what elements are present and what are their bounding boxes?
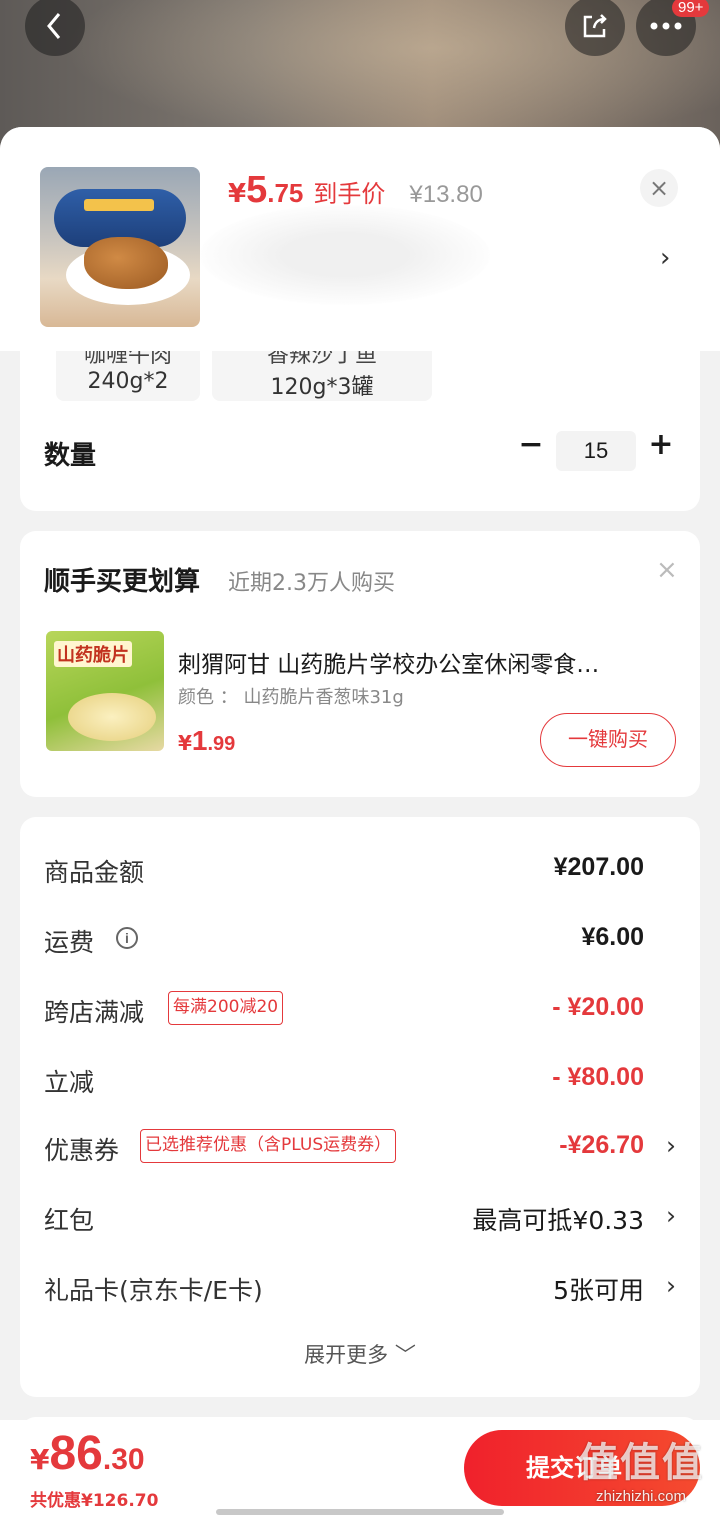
summary-row-instant-discount: 立减 - ¥80.00 (44, 1053, 676, 1103)
sheet-header: ¥ 5 .75 到手价 ¥13.80 × › (0, 127, 720, 351)
addon-product-image[interactable]: 山药脆片 (46, 631, 164, 751)
close-icon: × (648, 174, 670, 202)
addon-price-symbol: ¥ (178, 731, 192, 755)
share-icon (583, 14, 607, 38)
summary-label: 礼品卡(京东卡/E卡) (44, 1276, 263, 1305)
summary-label: 运费 (44, 928, 95, 957)
spec-option-name: 香辣沙丁鱼 (266, 351, 377, 368)
summary-row-goods-amount: 商品金额 ¥207.00 (44, 843, 676, 893)
spec-card: 咖喱牛肉 240g*2 香辣沙丁鱼 120g*3罐 数量 − 15 + (20, 351, 700, 511)
summary-value: ¥6.00 (581, 923, 644, 951)
summary-value: -¥26.70 (559, 1131, 644, 1159)
promo-tag: 每满200减20 (168, 991, 284, 1025)
summary-row-shipping: 运费 i ¥6.00 (44, 913, 676, 963)
addon-product-price: ¥ 1 .99 (178, 725, 235, 757)
watermark-url: zhizhizhi.com (595, 1488, 687, 1505)
quantity-label: 数量 (44, 441, 97, 471)
one-click-buy-button[interactable]: 一键购买 (540, 713, 676, 767)
summary-value: - ¥20.00 (552, 993, 644, 1021)
original-price: ¥13.80 (409, 181, 483, 208)
summary-label: 立减 (44, 1068, 95, 1097)
spec-option-size: 120g*3罐 (270, 375, 374, 400)
addon-close-icon[interactable]: × (656, 555, 678, 585)
chevron-right-icon[interactable]: › (660, 243, 670, 273)
price-integer: 5 (246, 169, 268, 211)
spec-option-size: 240g*2 (87, 369, 169, 394)
summary-row-red-packet[interactable]: 红包 最高可抵¥0.33 › (44, 1191, 676, 1241)
chevron-left-icon (47, 13, 61, 39)
spec-option-spicy-sardine[interactable]: 香辣沙丁鱼 120g*3罐 (212, 351, 432, 401)
addon-product-spec: 颜色 ： 山药脆片香葱味31g (178, 687, 404, 708)
summary-row-coupon[interactable]: 优惠券 已选推荐优惠（含PLUS运费券） -¥26.70 › (44, 1121, 676, 1171)
chevron-right-icon: › (666, 1271, 676, 1300)
addon-price-integer: 1 (191, 725, 208, 756)
summary-label: 优惠券 (44, 1136, 120, 1165)
total-price-integer: 86 (49, 1427, 103, 1480)
product-thumbnail[interactable] (40, 167, 200, 327)
addon-subtitle: 近期2.3万人购买 (228, 571, 395, 596)
close-button[interactable]: × (640, 169, 678, 207)
quantity-decrease-button[interactable]: − (516, 427, 546, 467)
coupon-tag: 已选推荐优惠（含PLUS运费券） (140, 1129, 397, 1163)
addon-product-name[interactable]: 刺猬阿甘 山药脆片学校办公室休闲零食… (178, 645, 668, 679)
final-price-tag: 到手价 (313, 180, 386, 208)
info-icon[interactable]: i (116, 927, 138, 949)
addon-image-label: 山药脆片 (54, 641, 132, 667)
summary-label: 商品金额 (44, 858, 145, 887)
total-price: ¥ 86 .30 (30, 1426, 145, 1481)
expand-more-label: 展开更多 (304, 1343, 389, 1367)
summary-label: 红包 (44, 1206, 95, 1235)
expand-more-button[interactable]: 展开更多 ﹀ (20, 1339, 700, 1369)
blurred-product-title (200, 205, 490, 305)
summary-value: 5张可用 (553, 1276, 644, 1305)
addon-price-decimal: .99 (207, 733, 236, 755)
summary-value: ¥207.00 (553, 853, 644, 881)
price-summary-card: 商品金额 ¥207.00 运费 i ¥6.00 跨店满减 每满200减20 - … (20, 817, 700, 1397)
summary-row-gift-card[interactable]: 礼品卡(京东卡/E卡) 5张可用 › (44, 1261, 676, 1311)
chevron-right-icon: › (666, 1131, 676, 1160)
price-decimal: .75 (267, 178, 304, 208)
quantity-increase-button[interactable]: + (646, 427, 676, 467)
watermark-logo-text: 值值值 (578, 1440, 704, 1486)
summary-label: 跨店满减 (44, 998, 145, 1027)
summary-value: - ¥80.00 (552, 1063, 644, 1091)
chevron-right-icon: › (666, 1201, 676, 1230)
addon-recommend-card: 顺手买更划算 近期2.3万人购买 × 山药脆片 刺猬阿甘 山药脆片学校办公室休闲… (20, 531, 700, 797)
summary-row-cross-store-discount: 跨店满减 每满200减20 - ¥20.00 (44, 983, 676, 1033)
chevron-down-icon: ﹀ (394, 1343, 416, 1367)
total-price-decimal: .30 (102, 1443, 145, 1476)
home-indicator[interactable] (216, 1509, 504, 1515)
summary-value: 最高可抵¥0.33 (472, 1206, 644, 1235)
message-count-badge: 99+ (672, 0, 710, 17)
site-watermark: 值值值 zhizhizhi.com (566, 1430, 716, 1510)
addon-title: 顺手买更划算 (44, 567, 201, 597)
purchase-sheet: ¥ 5 .75 到手价 ¥13.80 × › 咖喱牛肉 240g*2 香辣沙丁鱼… (0, 127, 720, 1516)
price-symbol: ¥ (228, 179, 247, 209)
total-saving: 共优惠¥126.70 (30, 1491, 159, 1511)
spec-option-name: 咖喱牛肉 (83, 351, 172, 368)
quantity-input[interactable]: 15 (556, 431, 636, 471)
total-price-symbol: ¥ (30, 1443, 50, 1476)
more-dots-icon (650, 22, 682, 30)
spec-option-curry-beef[interactable]: 咖喱牛肉 240g*2 (56, 351, 200, 401)
